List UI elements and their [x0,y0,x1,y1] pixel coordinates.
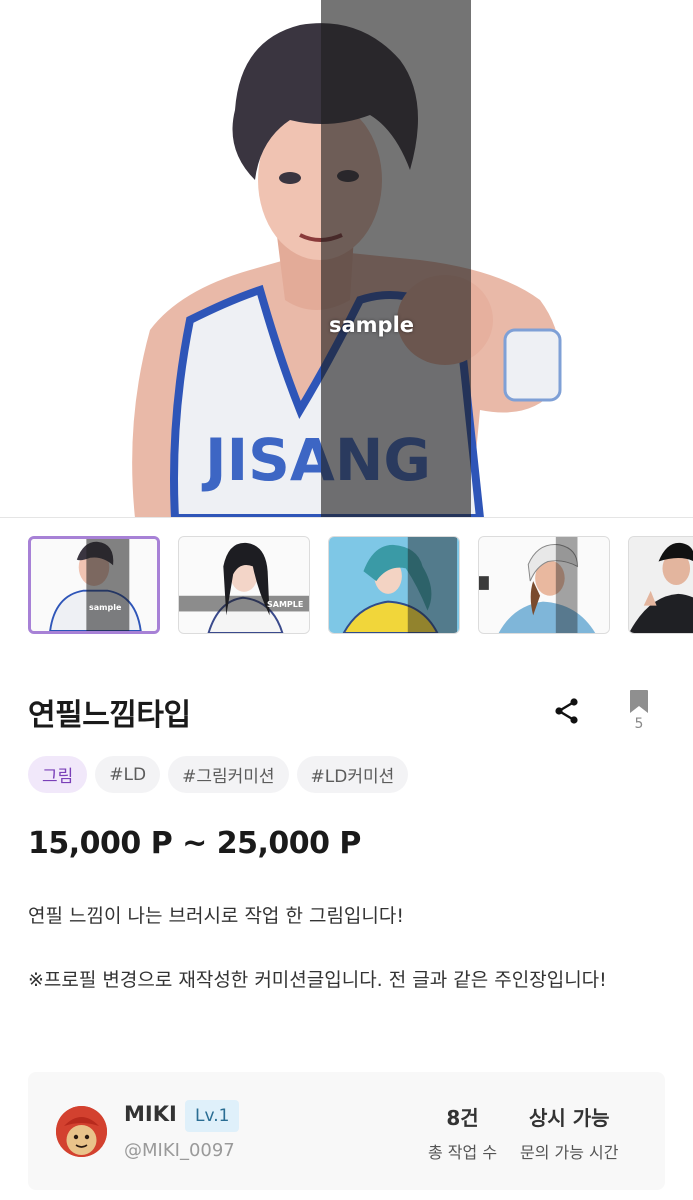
thumbnail-image [479,537,609,633]
stat-inquiry-time: 상시 가능 문의 가능 시간 [520,1102,619,1163]
thumbnail-image [179,537,309,633]
sample-overlay [321,0,471,518]
thumbnail-1[interactable]: sample [28,536,160,634]
thumbnail-3[interactable] [328,536,460,634]
thumbnail-4[interactable] [478,536,610,634]
thumbnail-5[interactable] [628,536,693,634]
thumbnail-image [629,537,693,633]
share-icon [555,698,578,724]
thumbnail-watermark: SAMPLE [267,600,304,609]
level-badge: Lv.1 [185,1100,240,1132]
avatar-image [56,1106,107,1157]
product-title: 연필느낌타입 [28,698,191,733]
thumbnail-image [31,539,157,631]
tag-list: 그림 #LD #그림커미션 #LD커미션 [28,756,409,794]
stat-total-works: 8건 총 작업 수 [428,1102,497,1163]
hashtag[interactable]: #LD [95,756,161,793]
divider [0,517,693,518]
bookmark-button[interactable]: 5 [624,690,654,736]
price-range: 15,000 P ~ 25,000 P [28,826,361,861]
seller-handle: @MIKI_0097 [124,1140,235,1161]
thumbnail-2[interactable]: SAMPLE [178,536,310,634]
hashtag[interactable]: #LD커미션 [296,756,409,793]
description-paragraph: 연필 느낌이 나는 브러시로 작업 한 그림입니다! [28,905,404,927]
bookmark-count: 5 [634,716,644,732]
description-paragraph: ※프로필 변경으로 재작성한 커미션글입니다. 전 글과 같은 주인장입니다! [28,969,607,991]
category-tag[interactable]: 그림 [28,756,88,793]
bookmark-icon [630,690,648,713]
stat-label: 문의 가능 시간 [520,1143,619,1162]
share-button[interactable] [550,694,584,728]
thumbnail-image [329,537,459,633]
stat-value: 8건 [446,1106,479,1130]
watermark-text: sample [329,313,415,337]
seller-card[interactable]: MIKI Lv.1 @MIKI_0097 8건 총 작업 수 상시 가능 문의 … [28,1072,665,1190]
hashtag[interactable]: #그림커미션 [168,756,289,793]
thumbnail-watermark: sample [89,603,122,612]
hero-image[interactable]: JISANG sample [0,0,693,518]
stat-value: 상시 가능 [528,1106,610,1130]
seller-name: MIKI [124,1102,177,1126]
thumbnail-strip[interactable]: sample SAMPLE [28,536,693,634]
avatar[interactable] [56,1106,107,1157]
stat-label: 총 작업 수 [428,1143,498,1162]
product-description: 연필 느낌이 나는 브러시로 작업 한 그림입니다! ※프로필 변경으로 재작성… [28,900,668,1028]
